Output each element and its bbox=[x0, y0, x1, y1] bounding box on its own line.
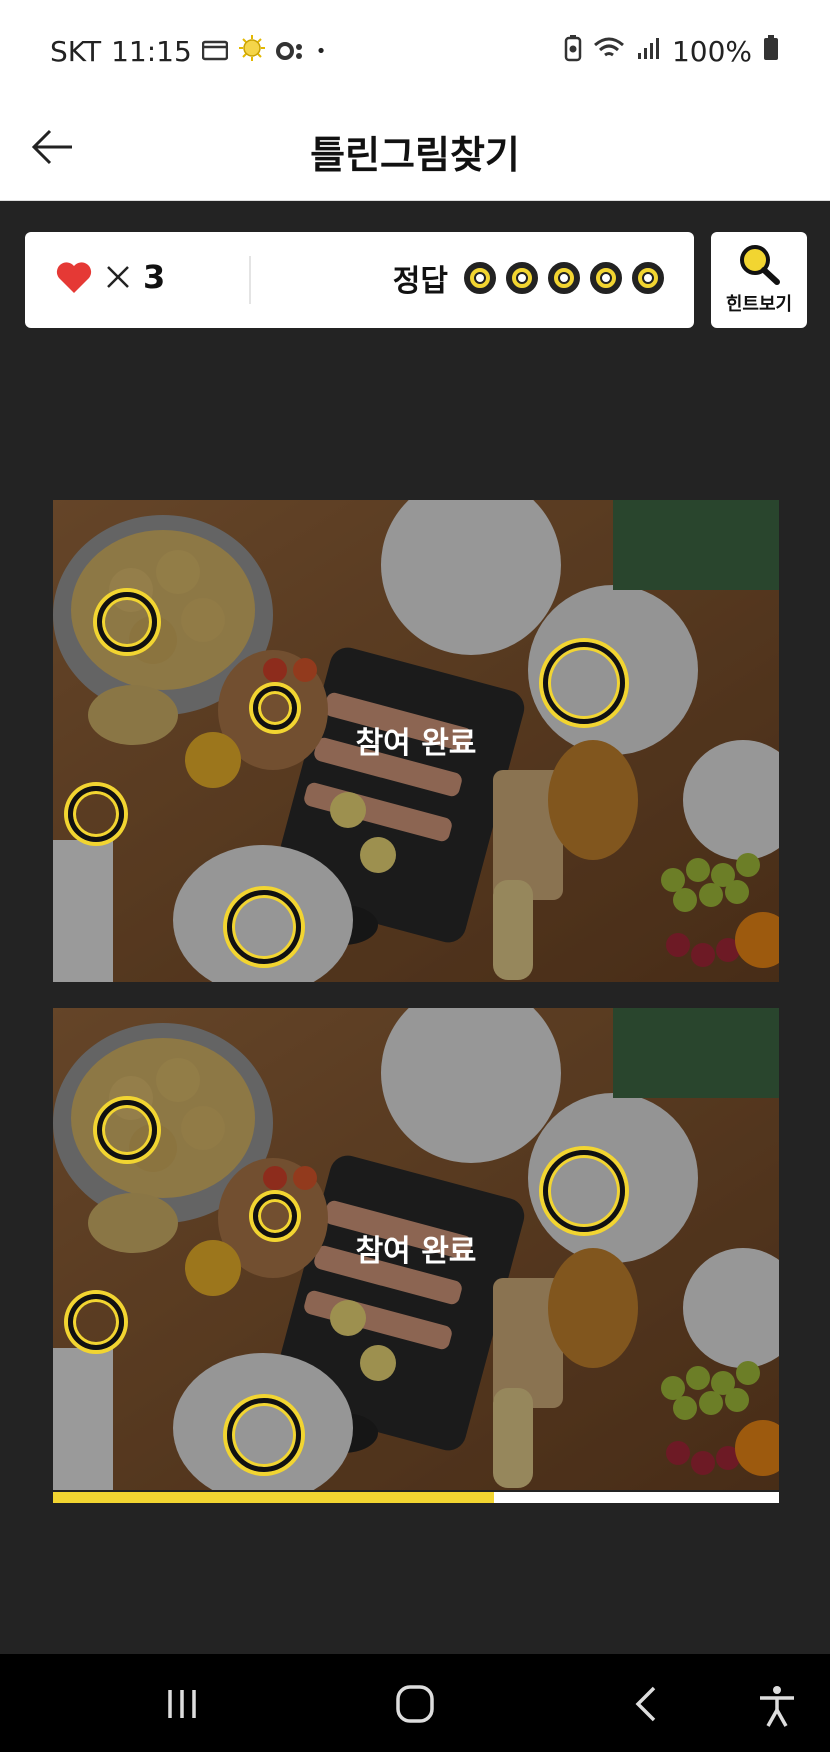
lives-indicator: 3 bbox=[55, 258, 165, 296]
answers-indicator: 정답 bbox=[393, 256, 664, 300]
completed-label: 참여 완료 bbox=[355, 1234, 477, 1269]
bottom-picture[interactable]: 참여 완료 bbox=[53, 1008, 779, 1490]
recent-apps-button[interactable] bbox=[158, 1684, 208, 1724]
more-notifications-dot: • bbox=[315, 41, 327, 62]
answer-ring-icon bbox=[506, 262, 538, 294]
progress-bar bbox=[53, 1492, 779, 1503]
battery-icon bbox=[762, 34, 780, 69]
system-nav-bar bbox=[0, 1654, 830, 1752]
times-icon bbox=[107, 266, 129, 288]
signal-icon bbox=[636, 35, 662, 68]
battery-saver-icon bbox=[564, 34, 582, 69]
sun-icon bbox=[238, 34, 266, 69]
found-spot-marker[interactable] bbox=[543, 642, 625, 724]
completed-label: 참여 완료 bbox=[355, 726, 477, 761]
answer-ring-icon bbox=[632, 262, 664, 294]
hint-label: 힌트보기 bbox=[725, 294, 793, 315]
clock-text: 11:15 bbox=[111, 35, 192, 68]
lives-count: 3 bbox=[143, 258, 166, 296]
heart-icon bbox=[56, 262, 92, 293]
found-spot-marker[interactable] bbox=[97, 592, 157, 652]
hint-button[interactable]: 힌트보기 bbox=[711, 232, 807, 328]
magnifier-icon bbox=[740, 245, 780, 285]
found-spot-marker[interactable] bbox=[227, 1398, 301, 1472]
found-spot-marker[interactable] bbox=[68, 1294, 124, 1350]
home-button[interactable] bbox=[390, 1684, 440, 1724]
answers-label: 정답 bbox=[392, 264, 448, 299]
score-divider bbox=[249, 256, 251, 304]
found-spot-marker[interactable] bbox=[253, 686, 297, 730]
battery-percent: 100% bbox=[671, 35, 752, 68]
nav-back-icon bbox=[635, 1686, 656, 1722]
found-spot-marker[interactable] bbox=[543, 1150, 625, 1232]
nav-back-button[interactable] bbox=[622, 1684, 672, 1724]
found-spot-marker[interactable] bbox=[227, 890, 301, 964]
wifi-icon bbox=[592, 34, 626, 69]
status-bar: SKT 11:15 • 100% bbox=[0, 0, 830, 100]
found-spot-marker[interactable] bbox=[253, 1194, 297, 1238]
found-spot-marker[interactable] bbox=[68, 786, 124, 842]
recent-apps-icon bbox=[168, 1690, 196, 1718]
answer-ring-icon bbox=[464, 262, 496, 294]
accessibility-button[interactable] bbox=[752, 1684, 802, 1727]
found-spot-marker[interactable] bbox=[97, 1100, 157, 1160]
wallet-icon bbox=[201, 35, 229, 68]
home-icon bbox=[396, 1685, 434, 1723]
top-picture[interactable]: 참여 완료 bbox=[53, 500, 779, 982]
carrier-text: SKT bbox=[50, 35, 102, 68]
progress-fill bbox=[53, 1492, 494, 1503]
app-notification-icon bbox=[275, 35, 306, 68]
status-right: 100% bbox=[564, 34, 780, 69]
app-header: 틀린그림찾기 bbox=[0, 100, 830, 201]
answer-ring-icon bbox=[590, 262, 622, 294]
answer-ring-icon bbox=[548, 262, 580, 294]
page-title: 틀린그림찾기 bbox=[310, 133, 520, 177]
status-left: SKT 11:15 • bbox=[50, 34, 326, 69]
score-card: 3 정답 bbox=[25, 232, 694, 328]
accessibility-icon bbox=[760, 1686, 794, 1727]
